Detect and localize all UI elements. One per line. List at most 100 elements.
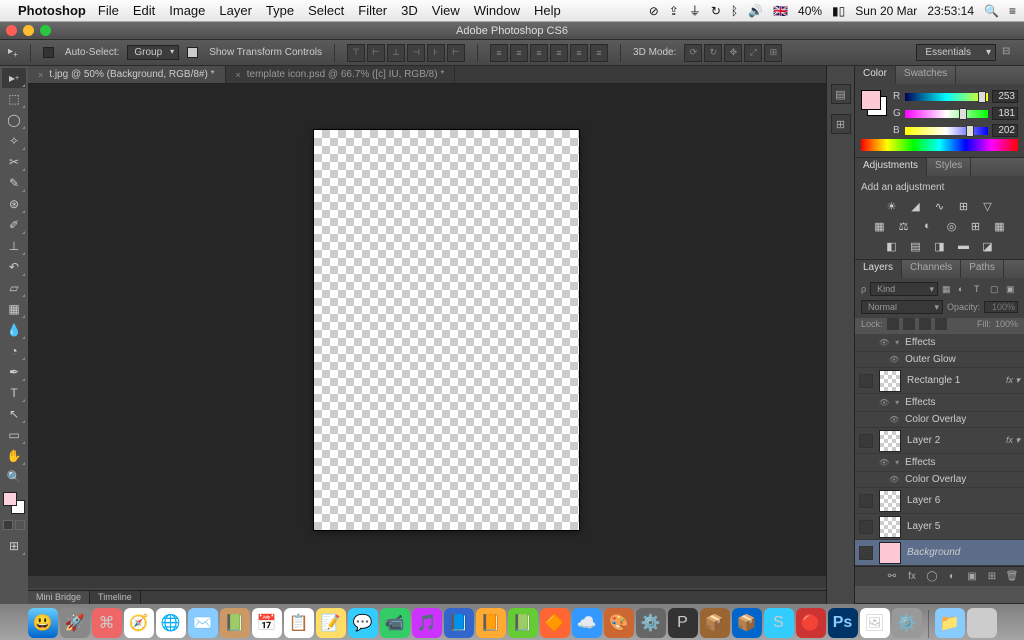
dock-launchpad[interactable]: 🚀	[60, 608, 90, 638]
tab-swatches[interactable]: Swatches	[896, 66, 956, 84]
filter-smart-icon[interactable]: ▣	[1006, 284, 1018, 295]
menu-type[interactable]: Type	[266, 3, 294, 18]
layer-effect-item[interactable]: 👁Outer Glow	[855, 352, 1024, 368]
dock-facetime[interactable]: 📹	[380, 608, 410, 638]
spotlight-icon[interactable]: 🔍	[984, 4, 999, 18]
dodge-tool[interactable]: ◔	[2, 341, 26, 361]
align-top-icon[interactable]: ⊤	[347, 44, 365, 62]
lookup-icon[interactable]: ▦	[991, 219, 1009, 233]
dock-chrome[interactable]: 🌐	[156, 608, 186, 638]
status-icon[interactable]: ⊘	[649, 4, 659, 18]
lock-pixels-icon[interactable]	[903, 318, 915, 330]
dock-skype[interactable]: S	[764, 608, 794, 638]
g-value[interactable]: 181	[992, 107, 1018, 120]
layer-thumbnail[interactable]	[879, 370, 901, 392]
3d-icon[interactable]: ⤢	[744, 44, 762, 62]
tab-layers[interactable]: Layers	[855, 260, 902, 278]
eye-icon[interactable]: 👁	[889, 415, 899, 424]
transform-checkbox[interactable]: ✓	[187, 47, 198, 58]
layer-thumbnail[interactable]	[879, 542, 901, 564]
dock-app[interactable]: 🔶	[540, 608, 570, 638]
brightness-icon[interactable]: ☀	[883, 199, 901, 213]
sync-icon[interactable]: ↻	[711, 4, 721, 18]
doc-tab-1[interactable]: × t.jpg @ 50% (Background, RGB/8#) *	[28, 66, 226, 83]
move-tool[interactable]: ▸+	[2, 68, 26, 88]
dist-icon[interactable]: ≡	[490, 44, 508, 62]
lock-position-icon[interactable]	[919, 318, 931, 330]
visibility-toggle[interactable]	[859, 374, 873, 388]
threshold-icon[interactable]: ◨	[931, 239, 949, 253]
levels-icon[interactable]: ◢	[907, 199, 925, 213]
blur-tool[interactable]: 💧	[2, 320, 26, 340]
brush-tool[interactable]: ✐	[2, 215, 26, 235]
exposure-icon[interactable]: ⊞	[955, 199, 973, 213]
layer-effect-item[interactable]: 👁Color Overlay	[855, 412, 1024, 428]
dock-safari[interactable]: 🧭	[124, 608, 154, 638]
zoom-button[interactable]	[40, 25, 51, 36]
menu-view[interactable]: View	[432, 3, 460, 18]
filter-type-icon[interactable]: T	[974, 284, 986, 294]
layer-filter-dropdown[interactable]: Kind	[870, 282, 938, 296]
color-picker[interactable]	[3, 492, 25, 514]
r-value[interactable]: 253	[992, 90, 1018, 103]
doc-tab-2[interactable]: × template icon.psd @ 66.7% ([c] IU, RGB…	[226, 66, 456, 83]
dist-icon[interactable]: ≡	[530, 44, 548, 62]
notifications-icon[interactable]: ≡	[1009, 4, 1016, 18]
layer-effects-row[interactable]: 👁▾Effects	[855, 334, 1024, 352]
lock-all-icon[interactable]	[935, 318, 947, 330]
time[interactable]: 23:53:14	[927, 4, 974, 18]
tab-paths[interactable]: Paths	[961, 260, 1004, 278]
zoom-tool[interactable]: 🔍	[2, 467, 26, 487]
menu-layer[interactable]: Layer	[219, 3, 252, 18]
dock-preview[interactable]: 🖼	[860, 608, 890, 638]
blend-mode-dropdown[interactable]: Normal	[861, 300, 943, 314]
dist-icon[interactable]: ≡	[550, 44, 568, 62]
balance-icon[interactable]: ⚖	[895, 219, 913, 233]
dock-itunes[interactable]: 🎵	[412, 608, 442, 638]
date[interactable]: Sun 20 Mar	[855, 4, 917, 18]
r-slider[interactable]	[905, 93, 988, 101]
layer-row[interactable]: Layer 2fx ▾	[855, 428, 1024, 454]
dock-messages[interactable]: 💬	[348, 608, 378, 638]
healing-tool[interactable]: ⊛	[2, 194, 26, 214]
dock-app[interactable]: 🎨	[604, 608, 634, 638]
hand-tool[interactable]: ✋	[2, 446, 26, 466]
fx-icon[interactable]: fx	[904, 570, 920, 584]
bluetooth-icon[interactable]: ᛒ	[731, 4, 738, 18]
app-name[interactable]: Photoshop	[18, 3, 86, 18]
align-right-icon[interactable]: ⊢	[447, 44, 465, 62]
crop-tool[interactable]: ✂	[2, 152, 26, 172]
battery-percent[interactable]: 40%	[798, 4, 822, 18]
layer-row[interactable]: Rectangle 1fx ▾	[855, 368, 1024, 394]
layer-row[interactable]: Layer 6	[855, 488, 1024, 514]
3d-icon[interactable]: ⊞	[764, 44, 782, 62]
posterize-icon[interactable]: ▤	[907, 239, 925, 253]
eye-icon[interactable]: 👁	[879, 338, 889, 347]
layer-thumbnail[interactable]	[879, 516, 901, 538]
link-layers-icon[interactable]: ⚯	[884, 570, 900, 584]
menu-window[interactable]: Window	[474, 3, 520, 18]
curves-icon[interactable]: ∿	[931, 199, 949, 213]
eyedropper-tool[interactable]: ✎	[2, 173, 26, 193]
dock-vbox[interactable]: 📦	[732, 608, 762, 638]
dock-mail[interactable]: ✉️	[188, 608, 218, 638]
delete-layer-icon[interactable]: 🗑	[1004, 570, 1020, 584]
properties-panel-icon[interactable]: ⊞	[831, 114, 851, 134]
marquee-tool[interactable]: ⬚	[2, 89, 26, 109]
photo-filter-icon[interactable]: ◎	[943, 219, 961, 233]
tab-adjustments[interactable]: Adjustments	[855, 158, 927, 176]
gradient-tool[interactable]: ▦	[2, 299, 26, 319]
dock-notes[interactable]: 📝	[316, 608, 346, 638]
volume-icon[interactable]: 🔊	[748, 4, 763, 18]
autoselect-dropdown[interactable]: Group	[127, 45, 179, 60]
layer-row[interactable]: Background	[855, 540, 1024, 566]
color-ramp[interactable]	[861, 139, 1018, 151]
3d-icon[interactable]: ⟳	[684, 44, 702, 62]
adjustment-layer-icon[interactable]: ◐	[944, 570, 960, 584]
close-button[interactable]	[6, 25, 17, 36]
hue-icon[interactable]: ▦	[871, 219, 889, 233]
close-tab-icon[interactable]: ×	[38, 70, 43, 80]
filter-shape-icon[interactable]: ▢	[990, 284, 1002, 295]
3d-icon[interactable]: ↻	[704, 44, 722, 62]
filter-pixel-icon[interactable]: ▦	[942, 284, 954, 295]
